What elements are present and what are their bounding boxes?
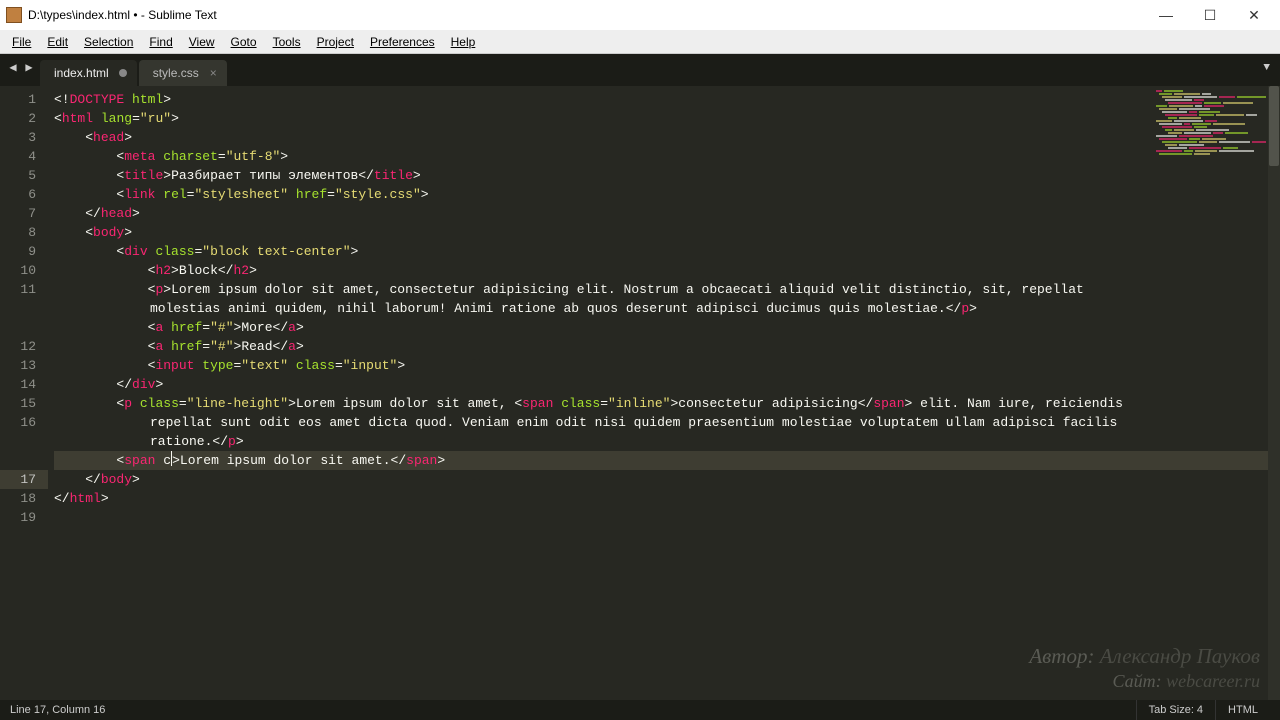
menu-help[interactable]: Help [443, 35, 484, 49]
menu-find[interactable]: Find [141, 35, 180, 49]
menu-project[interactable]: Project [309, 35, 362, 49]
gutter: 1234567891011 1213141516 171819 [0, 86, 48, 700]
tab-label: style.css [153, 66, 199, 80]
status-syntax[interactable]: HTML [1215, 700, 1270, 720]
editor: 1234567891011 1213141516 171819 <!DOCTYP… [0, 86, 1280, 700]
history-nav: ◀ ▶ [6, 60, 36, 75]
maximize-button[interactable]: ☐ [1198, 7, 1222, 24]
menu-edit[interactable]: Edit [39, 35, 76, 49]
tabbar: ◀ ▶ index.html style.css × ▼ [0, 54, 1280, 86]
menu-preferences[interactable]: Preferences [362, 35, 443, 49]
watermark: Автор: Александр Пауков Сайт: webcareer.… [1029, 644, 1260, 692]
dirty-indicator-icon [119, 69, 127, 77]
forward-icon[interactable]: ▶ [22, 60, 36, 75]
tab-style-css[interactable]: style.css × [139, 60, 227, 86]
app-icon [6, 7, 22, 23]
menu-view[interactable]: View [181, 35, 223, 49]
back-icon[interactable]: ◀ [6, 60, 20, 75]
menu-file[interactable]: File [4, 35, 39, 49]
close-icon[interactable]: × [210, 66, 217, 80]
scrollbar-thumb[interactable] [1269, 86, 1279, 166]
menu-goto[interactable]: Goto [223, 35, 265, 49]
menu-tools[interactable]: Tools [265, 35, 309, 49]
code-area[interactable]: <!DOCTYPE html><html lang="ru"> <head> <… [48, 86, 1280, 700]
minimize-button[interactable]: — [1154, 7, 1178, 24]
tab-overflow-icon[interactable]: ▼ [1263, 62, 1270, 74]
status-position[interactable]: Line 17, Column 16 [10, 700, 117, 720]
status-tab-size[interactable]: Tab Size: 4 [1136, 700, 1215, 720]
tab-index-html[interactable]: index.html [40, 60, 137, 86]
window-title: D:\types\index.html • - Sublime Text [28, 8, 1154, 22]
menu-selection[interactable]: Selection [76, 35, 141, 49]
tab-label: index.html [54, 66, 109, 80]
close-button[interactable]: ✕ [1242, 7, 1266, 24]
minimap[interactable] [1156, 90, 1266, 150]
menubar: File Edit Selection Find View Goto Tools… [0, 30, 1280, 54]
statusbar: Line 17, Column 16 Tab Size: 4 HTML [0, 700, 1280, 720]
vertical-scrollbar[interactable] [1268, 86, 1280, 700]
window-controls: — ☐ ✕ [1154, 7, 1274, 24]
window-titlebar: D:\types\index.html • - Sublime Text — ☐… [0, 0, 1280, 30]
